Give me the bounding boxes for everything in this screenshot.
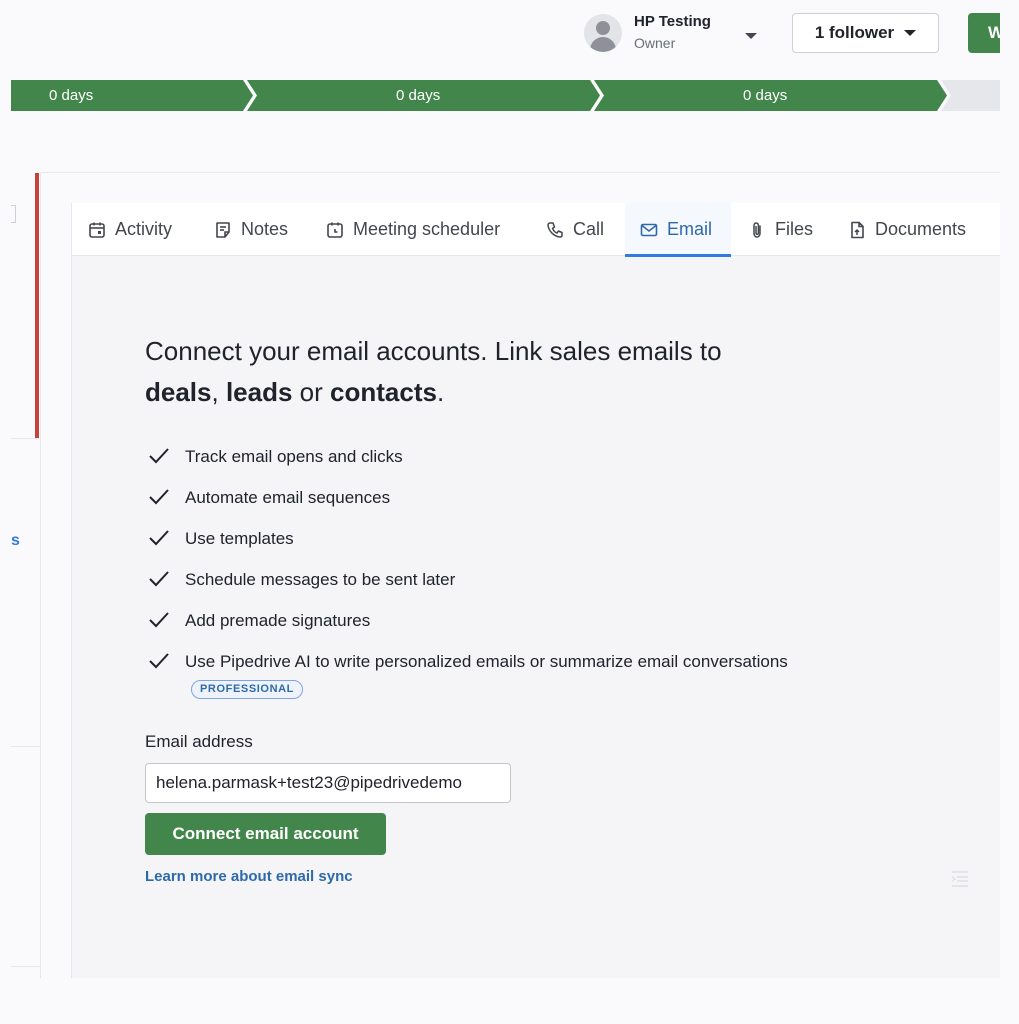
check-icon [149,530,169,546]
tab-documents[interactable]: Documents [848,203,966,256]
left-panel-link[interactable]: s [11,532,20,550]
check-icon [149,571,169,587]
collapse-panel-icon[interactable] [949,868,971,890]
stage-segment-1[interactable] [11,80,253,111]
tab-meeting-scheduler[interactable]: Meeting scheduler [326,203,500,256]
divider [41,172,1000,173]
stage-label: 0 days [396,87,441,104]
email-address-input[interactable] [145,763,511,803]
paperclip-icon [753,221,761,238]
owner-name: HP Testing [634,13,711,30]
chevron-down-icon [904,30,917,36]
email-connect-headline: Connect your email accounts. Link sales … [145,336,722,407]
list-item: Add premade signatures [148,607,788,634]
learn-more-email-sync-link[interactable]: Learn more about email sync [145,868,353,885]
owner-role: Owner [634,35,676,51]
check-icon [149,448,169,464]
document-icon [851,221,864,238]
list-item: Use Pipedrive AI to write personalized e… [148,648,788,702]
owner-selector[interactable]: HP Testing Owner [584,12,711,54]
tab-email[interactable]: Email [625,203,731,257]
chevron-down-icon[interactable] [745,33,757,39]
pipeline-stage-bar: 0 days 0 days 0 days [11,80,1000,111]
calendar-icon [89,222,105,238]
stage-segment-4[interactable] [941,80,1000,111]
feature-list: Track email opens and clicks Automate em… [148,443,788,716]
tab-label: Notes [241,219,289,239]
deal-detail-page: HP Testing Owner 1 follower W 0 days 0 d… [0,0,1019,1024]
plan-badge: PROFESSIONAL [191,680,303,699]
email-address-label: Email address [145,732,253,751]
tab-label: Meeting scheduler [353,219,501,239]
calendar-clock-icon [327,222,343,238]
viewport-edge [1000,0,1019,1024]
follower-button[interactable]: 1 follower [792,13,939,53]
check-icon [149,653,169,669]
divider [11,438,40,439]
tab-label: Email [667,219,713,239]
tab-call[interactable]: Call [546,203,604,256]
left-panel-edge [11,205,16,223]
note-icon [216,221,230,238]
tab-files[interactable]: Files [748,203,813,256]
stage-arrows [11,80,1000,111]
list-item: Schedule messages to be sent later [148,566,788,593]
stage-label: 0 days [49,87,94,104]
deal-content-card: Activity Notes Meeting scheduler Call Em… [71,203,1001,978]
stage-label: 0 days [743,87,788,104]
envelope-icon [640,223,658,236]
phone-icon [547,221,563,238]
tab-bar: Activity Notes Meeting scheduler Call Em… [72,203,1001,257]
tab-notes[interactable]: Notes [214,203,288,256]
divider [40,173,41,978]
check-icon [149,489,169,505]
tab-activity[interactable]: Activity [88,203,172,256]
tab-label: Activity [115,219,173,239]
tab-label: Documents [875,219,967,239]
avatar [584,14,622,52]
deal-status-indicator [35,173,39,439]
list-item: Automate email sequences [148,484,788,511]
tab-label: Files [775,219,814,239]
tab-label: Call [573,219,605,239]
divider [11,966,40,967]
follower-label: 1 follower [814,23,895,42]
list-item: Track email opens and clicks [148,443,788,470]
list-item: Use templates [148,525,788,552]
check-icon [149,612,169,628]
connect-email-account-button[interactable]: Connect email account [145,813,386,855]
divider [11,746,40,747]
